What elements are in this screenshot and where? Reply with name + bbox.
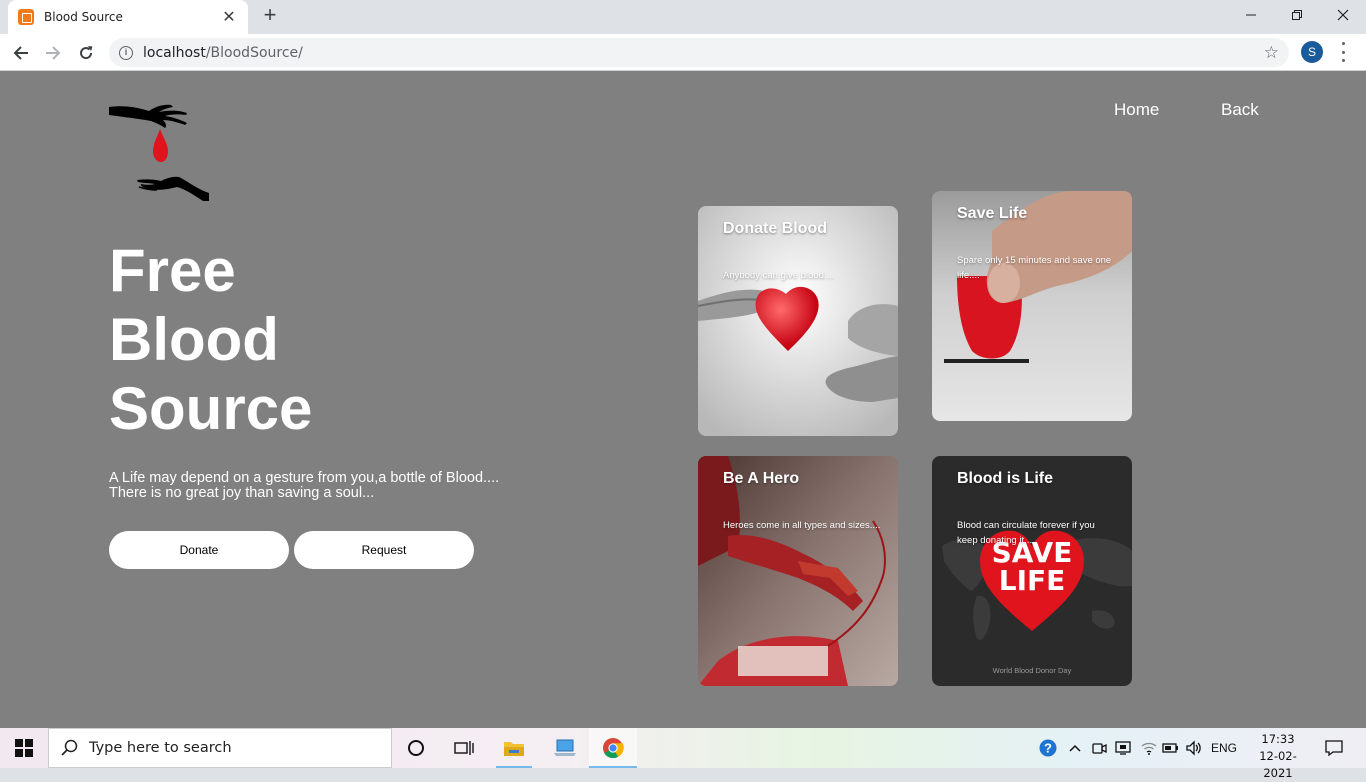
arrow-right-icon — [46, 46, 61, 60]
card-text: Spare only 15 minutes and save one life.… — [957, 255, 1112, 281]
chevron-up-icon — [1069, 744, 1081, 752]
volume-tray-button[interactable] — [1184, 728, 1206, 768]
card-title: Be A Hero — [723, 470, 800, 487]
browser-menu-icon[interactable] — [1340, 42, 1346, 62]
close-window-button[interactable] — [1320, 0, 1366, 30]
show-hidden-icons-button[interactable] — [1064, 728, 1086, 768]
taskbar-search-input[interactable]: Type here to search — [48, 728, 392, 768]
bookmark-star-icon[interactable]: ☆ — [1264, 43, 1279, 63]
xampp-favicon-icon — [18, 9, 34, 25]
battery-tray-button[interactable] — [1160, 728, 1182, 768]
cortana-circle-icon — [408, 740, 424, 756]
windows-taskbar: Type here to search ? ENG 17:33 12-02-20… — [0, 728, 1366, 780]
file-explorer-button[interactable] — [490, 728, 538, 768]
restore-button[interactable] — [1274, 0, 1320, 30]
new-tab-button[interactable]: + — [258, 4, 282, 28]
url-host: localhost — [143, 44, 206, 61]
clock[interactable]: 17:33 12-02-2021 — [1247, 731, 1309, 782]
arrow-left-icon — [13, 46, 28, 60]
hero-title-line: Blood — [109, 306, 279, 373]
iron-hand-blood-bag-image — [698, 456, 898, 686]
card-title: Donate Blood — [723, 220, 827, 237]
hero-title-line: Free — [109, 237, 236, 304]
hero-title-line: Source — [109, 375, 313, 442]
profile-avatar[interactable]: S — [1301, 41, 1323, 63]
back-arrow-button[interactable] — [8, 40, 34, 66]
task-view-icon — [454, 741, 474, 755]
minimize-button[interactable] — [1228, 0, 1274, 30]
display-icon — [1115, 741, 1131, 755]
tab-close-icon[interactable]: ✕ — [220, 7, 238, 27]
url-text: localhost/BloodSource/ — [143, 45, 303, 61]
card-title: Save Life — [957, 205, 1028, 222]
search-icon — [61, 739, 78, 756]
clock-time: 17:33 — [1261, 732, 1295, 746]
meet-now-tray-button[interactable] — [1088, 728, 1110, 768]
card-be-a-hero[interactable]: Be A Hero Heroes come in all types and s… — [698, 456, 898, 686]
clock-date: 12-02-2021 — [1259, 749, 1297, 780]
reload-icon — [80, 46, 93, 60]
hero-tagline: A Life may depend on a gesture from you,… — [109, 471, 539, 501]
reload-button[interactable] — [73, 40, 99, 66]
blood-drop-hands-logo-icon[interactable] — [109, 101, 209, 201]
close-icon — [1337, 9, 1349, 21]
notification-icon — [1325, 740, 1343, 756]
help-tray-button[interactable]: ? — [1036, 728, 1060, 768]
browser-toolbar: i localhost/BloodSource/ ☆ — [0, 34, 1366, 71]
task-view-button[interactable] — [440, 728, 488, 768]
url-path: /BloodSource/ — [205, 44, 303, 61]
browser-tabstrip: Blood Source ✕ + — [0, 0, 1366, 34]
art-text-line: LIFE — [998, 564, 1066, 597]
card-text: Blood can circulate forever if you keep … — [957, 520, 1095, 546]
browser-tab[interactable]: Blood Source ✕ — [8, 0, 248, 34]
screen-tray-button[interactable] — [1112, 728, 1134, 768]
card-title: Blood is Life — [957, 470, 1053, 487]
speaker-icon — [1186, 740, 1201, 756]
info-icon[interactable]: i — [119, 45, 133, 60]
chrome-taskbar-button[interactable] — [589, 728, 637, 768]
hero-tagline-line: There is no great joy than saving a soul… — [109, 485, 375, 501]
chrome-icon — [603, 738, 624, 759]
help-question-icon: ? — [1039, 739, 1057, 757]
svg-text:?: ? — [1044, 741, 1052, 756]
windows-logo-icon — [15, 739, 33, 757]
hero-tagline-line: A Life may depend on a gesture from you,… — [109, 470, 500, 486]
search-placeholder: Type here to search — [89, 740, 232, 756]
cortana-button[interactable] — [392, 728, 440, 768]
nav-back-link[interactable]: Back — [1221, 100, 1259, 120]
address-bar[interactable]: i localhost/BloodSource/ ☆ — [109, 38, 1289, 67]
action-center-button[interactable] — [1318, 728, 1350, 768]
pc-app-button[interactable] — [541, 728, 589, 768]
card-donate-blood[interactable]: Donate Blood Anybody can give blood.... — [698, 206, 898, 436]
restore-icon — [1292, 10, 1302, 20]
start-button[interactable] — [0, 728, 48, 768]
heart-in-hands-image — [698, 206, 898, 436]
minimize-icon — [1246, 14, 1256, 16]
card-text: Anybody can give blood.... — [723, 270, 835, 281]
nav-home-link[interactable]: Home — [1114, 100, 1159, 120]
forward-arrow-button[interactable] — [40, 40, 66, 66]
card-blood-is-life[interactable]: SAVE LIFE World Blood Donor Day Blood is… — [932, 456, 1132, 686]
request-button[interactable]: Request — [294, 531, 474, 569]
art-caption: World Blood Donor Day — [992, 666, 1072, 675]
page-body: Home Back Free Blood Source A Life may d… — [0, 71, 1366, 728]
language-indicator[interactable]: ENG — [1208, 728, 1240, 768]
folder-icon — [504, 742, 524, 756]
donate-button[interactable]: Donate — [109, 531, 289, 569]
laptop-icon — [554, 739, 576, 756]
card-text: Heroes come in all types and sizes.... — [723, 520, 881, 531]
card-save-life[interactable]: Save Life Spare only 15 minutes and save… — [932, 191, 1132, 421]
tab-title: Blood Source — [44, 10, 123, 24]
blood-drop-ballot-image — [932, 191, 1132, 421]
wifi-icon — [1141, 742, 1157, 755]
hero-title: Free Blood Source — [109, 236, 509, 443]
wifi-tray-button[interactable] — [1138, 728, 1160, 768]
webcam-icon — [1092, 743, 1107, 754]
battery-plug-icon — [1162, 743, 1178, 753]
